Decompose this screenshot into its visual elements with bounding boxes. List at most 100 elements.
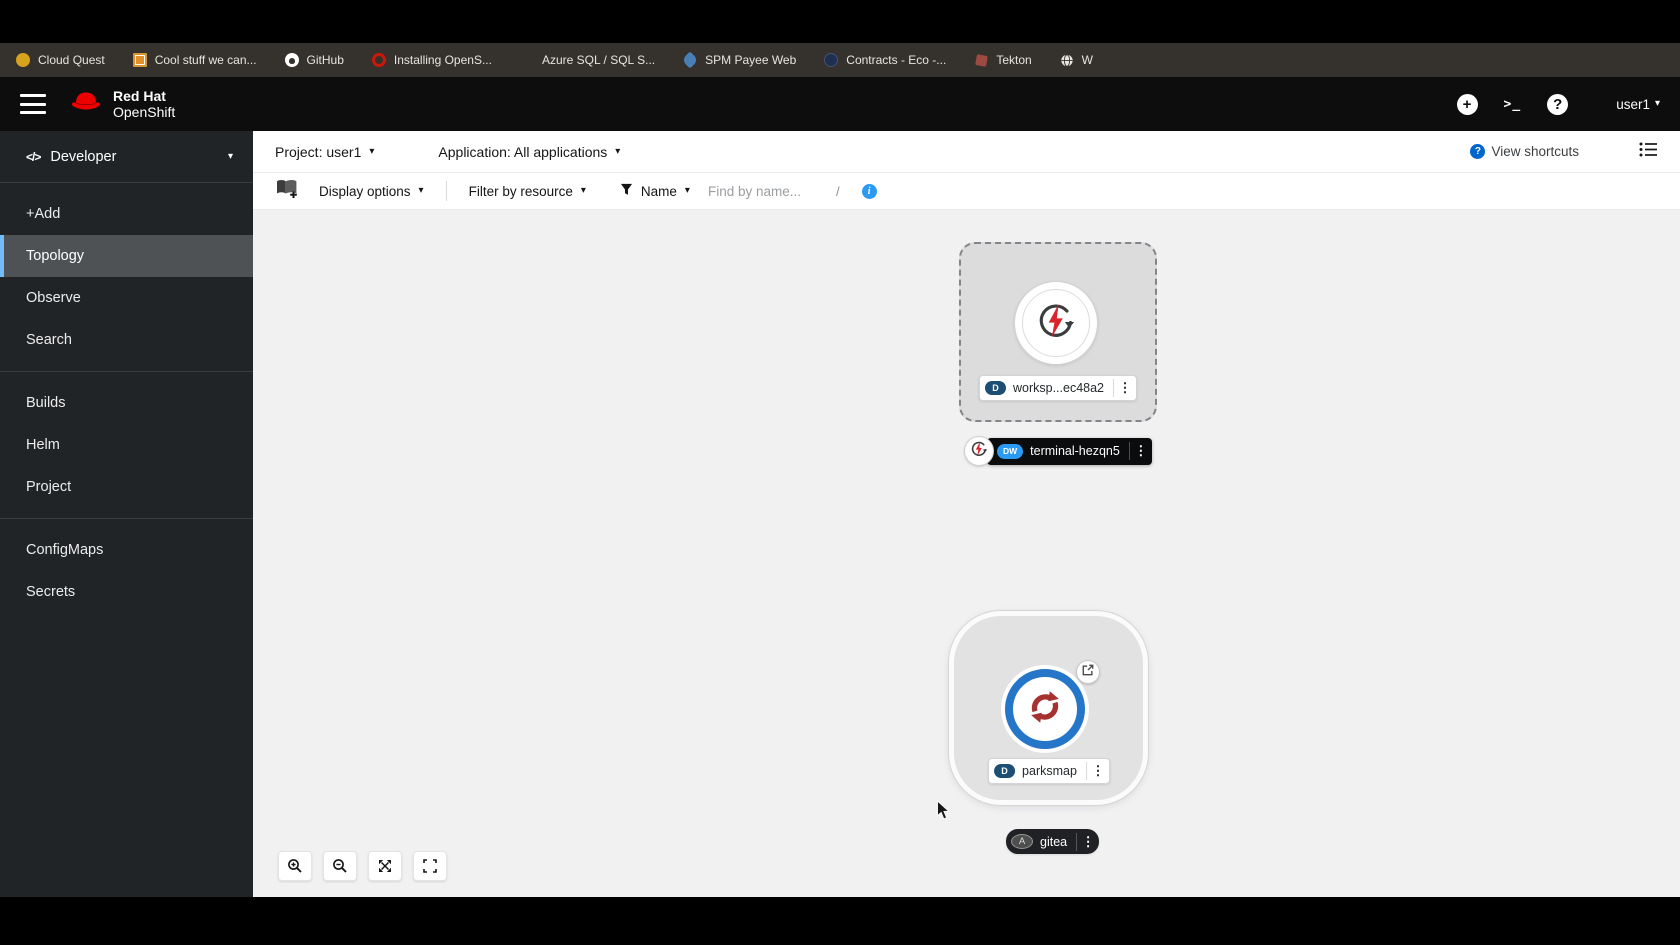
openshift-ring-icon — [371, 53, 386, 67]
sidebar-item-configmaps[interactable]: ConfigMaps — [0, 529, 253, 571]
zoom-in-button[interactable] — [278, 851, 312, 881]
bookmark-github[interactable]: GitHub — [284, 53, 344, 67]
display-options-label: Display options — [319, 183, 411, 199]
workspace-node[interactable] — [1014, 281, 1098, 365]
sidebar-item-observe[interactable]: Observe — [0, 277, 253, 319]
brand-text: Red Hat OpenShift — [113, 88, 175, 120]
brand-logo[interactable]: Red Hat OpenShift — [68, 88, 175, 121]
name-filter-dropdown[interactable]: Name ▾ — [620, 183, 690, 199]
chevron-down-icon: ▾ — [580, 185, 586, 196]
parksmap-rotating-arrows-icon — [1024, 686, 1066, 733]
terminal-node[interactable] — [964, 436, 994, 466]
chevron-down-icon: ▾ — [1654, 98, 1660, 109]
parksmap-node-name: parksmap — [1022, 764, 1077, 778]
reset-view-button[interactable] — [413, 851, 447, 881]
workspace-node-label[interactable]: D worksp...ec48a2 ⋮ — [978, 375, 1138, 401]
display-options-dropdown[interactable]: Display options ▾ — [319, 184, 424, 199]
sidebar-divider — [0, 371, 253, 372]
sidebar-nav: </> Developer ▾ +Add Topology Observe Se… — [0, 131, 253, 897]
quick-add-book-icon[interactable] — [275, 178, 299, 204]
help-icon[interactable]: ? — [1547, 93, 1569, 115]
sidebar-nav-list: +Add Topology Observe Search Builds Helm… — [0, 183, 253, 613]
chevron-down-icon: ▾ — [227, 150, 233, 162]
filter-by-resource-dropdown[interactable]: Filter by resource ▾ — [469, 184, 586, 199]
redhat-fedora-icon — [68, 88, 104, 121]
kebab-menu-icon[interactable]: ⋮ — [1087, 763, 1109, 779]
bookmark-tekton[interactable]: Tekton — [974, 53, 1032, 67]
navy-circle-icon — [824, 53, 839, 67]
filter-funnel-icon — [620, 183, 633, 199]
topology-filter-bar: Display options ▾ Filter by resource ▾ N… — [253, 173, 1680, 210]
kebab-menu-icon[interactable]: ⋮ — [1130, 443, 1152, 459]
sidebar-divider — [0, 518, 253, 519]
kebab-menu-icon[interactable]: ⋮ — [1077, 834, 1099, 850]
bookmark-w[interactable]: W — [1060, 53, 1093, 67]
chevron-down-icon: ▾ — [369, 145, 375, 157]
mouse-cursor — [936, 799, 951, 826]
zoom-out-button[interactable] — [323, 851, 357, 881]
yellow-circle-icon — [16, 53, 30, 67]
orange-frame-icon — [132, 53, 147, 67]
sidebar-item-secrets[interactable]: Secrets — [0, 571, 253, 613]
sidebar-item-helm[interactable]: Helm — [0, 424, 253, 466]
bookmark-contracts[interactable]: Contracts - Eco -... — [824, 53, 946, 67]
bookmark-label: Contracts - Eco -... — [846, 53, 947, 67]
application-selector-label: Application: All applications — [438, 143, 608, 160]
bookmark-installing-openshift[interactable]: Installing OpenS... — [371, 53, 492, 67]
globe-icon — [1060, 53, 1074, 67]
bookmark-label: W — [1081, 53, 1093, 67]
list-view-toggle-icon[interactable] — [1639, 142, 1658, 162]
bookmark-spm-payee-web[interactable]: SPM Payee Web — [681, 51, 797, 69]
brand-line2: OpenShift — [113, 104, 176, 120]
external-link-icon — [1082, 663, 1094, 681]
chevron-down-icon: ▾ — [684, 185, 690, 196]
application-selector[interactable]: Application: All applications ▾ — [438, 144, 620, 160]
topology-canvas[interactable]: D worksp...ec48a2 ⋮ DW terminal-hezqn5 ⋮… — [253, 210, 1680, 897]
perspective-label: Developer — [50, 148, 117, 165]
gitea-application-label[interactable]: A gitea ⋮ — [1006, 829, 1100, 854]
github-icon — [284, 53, 299, 67]
web-terminal-icon[interactable]: >_ — [1504, 97, 1522, 112]
browser-bookmarks-bar: Cloud Quest Cool stuff we can... GitHub … — [0, 43, 1680, 77]
sidebar-item-project[interactable]: Project — [0, 466, 253, 508]
context-bar-right: ? View shortcuts — [1470, 142, 1658, 162]
bookmark-cool-stuff[interactable]: Cool stuff we can... — [132, 53, 257, 67]
toolbar-divider — [445, 181, 447, 201]
project-selector[interactable]: Project: user1 ▾ — [275, 144, 374, 160]
fit-to-screen-button[interactable] — [368, 851, 402, 881]
filter-by-resource-label: Filter by resource — [468, 183, 573, 199]
tekton-icon — [974, 53, 988, 67]
info-icon[interactable]: i — [861, 183, 877, 199]
sidebar-item-search[interactable]: Search — [0, 319, 253, 361]
find-by-name-input[interactable] — [707, 183, 828, 199]
sidebar-item-add[interactable]: +Add — [0, 193, 253, 235]
main-content: Project: user1 ▾ Application: All applic… — [253, 131, 1680, 897]
perspective-switcher[interactable]: </> Developer ▾ — [0, 131, 253, 183]
bookmark-cloud-quest[interactable]: Cloud Quest — [16, 53, 105, 67]
nav-toggle-hamburger-icon[interactable] — [20, 94, 46, 114]
open-url-decorator[interactable] — [1076, 660, 1100, 684]
terminal-node-label[interactable]: DW terminal-hezqn5 ⋮ — [987, 437, 1152, 465]
kebab-menu-icon[interactable]: ⋮ — [1114, 380, 1136, 396]
name-filter-label: Name — [640, 183, 677, 199]
application-badge: A — [1011, 834, 1033, 849]
gitea-name: gitea — [1040, 834, 1068, 849]
view-shortcuts-link[interactable]: ? View shortcuts — [1470, 144, 1579, 159]
quick-create-plus-icon[interactable]: + — [1456, 93, 1478, 115]
question-circle-icon: ? — [1470, 144, 1486, 159]
parksmap-node[interactable] — [1005, 669, 1085, 749]
bookmark-azure-sql[interactable]: Azure SQL / SQL S... — [520, 53, 655, 67]
user-menu[interactable]: user1 ▾ — [1616, 97, 1660, 112]
view-shortcuts-label: View shortcuts — [1491, 144, 1579, 159]
bookmark-label: SPM Payee Web — [705, 53, 797, 67]
sidebar-item-builds[interactable]: Builds — [0, 382, 253, 424]
username: user1 — [1616, 96, 1650, 112]
devworkspace-badge: DW — [997, 443, 1024, 459]
terminal-workspace-row: DW terminal-hezqn5 ⋮ — [964, 436, 1152, 466]
project-selector-label: Project: user1 — [275, 143, 362, 160]
bookmark-label: Tekton — [996, 53, 1032, 67]
parksmap-node-label[interactable]: D parksmap ⋮ — [988, 758, 1110, 784]
terminal-node-name: terminal-hezqn5 — [1030, 444, 1120, 458]
sidebar-item-topology[interactable]: Topology — [0, 235, 253, 277]
bookmark-label: Azure SQL / SQL S... — [541, 53, 656, 67]
